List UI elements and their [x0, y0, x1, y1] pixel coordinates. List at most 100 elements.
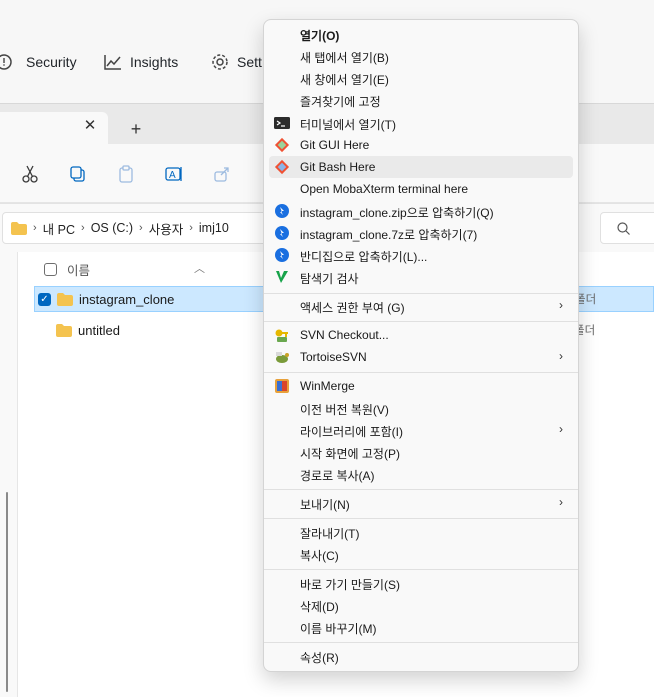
- menu-item-create-shortcut[interactable]: 바로 가기 만들기(S): [269, 572, 573, 594]
- menu-separator: [264, 372, 578, 373]
- menu-item-restore-previous[interactable]: 이전 버전 복원(V): [269, 397, 573, 419]
- menu-item-label: 이름 바꾸기(M): [300, 622, 377, 636]
- menu-item-svn-checkout[interactable]: SVN Checkout...: [269, 324, 573, 346]
- file-name: instagram_clone: [79, 291, 175, 307]
- menu-item-pin-quick-access[interactable]: 즐겨찾기에 고정: [269, 89, 573, 111]
- menu-item-properties[interactable]: 속성(R): [269, 645, 573, 667]
- search-icon: [617, 222, 630, 235]
- menu-item-delete[interactable]: 삭제(D): [269, 594, 573, 616]
- menu-item-label: Git Bash Here: [300, 160, 376, 174]
- breadcrumb-this-pc[interactable]: 내 PC: [43, 219, 75, 238]
- menu-item-label: 열기(O): [300, 29, 340, 43]
- tortoisesvn-icon: [276, 352, 289, 363]
- folder-icon: [57, 292, 73, 306]
- menu-item-label: Git GUI Here: [300, 138, 370, 152]
- chevron-right-icon: ›: [139, 222, 143, 234]
- menu-item-git-gui[interactable]: Git GUI Here: [269, 134, 573, 156]
- menu-item-open-new-tab[interactable]: 새 탭에서 열기(B): [269, 45, 573, 67]
- insights-tab[interactable]: Insights: [104, 50, 178, 74]
- new-tab-icon[interactable]: +: [128, 120, 144, 138]
- menu-item-label: instagram_clone.7z로 압축하기(7): [300, 228, 478, 242]
- share-icon[interactable]: [212, 164, 232, 184]
- menu-item-label: 즐겨찾기에 고정: [300, 95, 381, 109]
- menu-item-compress-bandizip[interactable]: 반디집으로 압축하기(L)...: [269, 244, 573, 266]
- folder-icon: [56, 323, 72, 337]
- paste-icon[interactable]: [116, 164, 136, 184]
- menu-item-mobaxterm[interactable]: Open MobaXterm terminal here: [269, 178, 573, 200]
- menu-item-label: 반디집으로 압축하기(L)...: [300, 250, 428, 264]
- address-bar[interactable]: › 내 PC › OS (C:) › 사용자 › imj10: [2, 212, 302, 244]
- chevron-right-icon: ›: [559, 349, 563, 363]
- folder-icon: [11, 221, 27, 235]
- menu-item-compress-7z[interactable]: instagram_clone.7z로 압축하기(7): [269, 222, 573, 244]
- file-name: untitled: [78, 322, 120, 338]
- menu-item-label: WinMerge: [300, 379, 355, 393]
- menu-item-label: 속성(R): [300, 651, 339, 665]
- terminal-icon: [274, 117, 290, 129]
- chevron-right-icon: ›: [81, 222, 85, 234]
- menu-item-winmerge[interactable]: WinMerge: [269, 375, 573, 397]
- menu-separator: [264, 518, 578, 519]
- git-icon: [274, 159, 290, 175]
- menu-item-label: 잘라내기(T): [300, 527, 360, 541]
- rename-icon[interactable]: A: [164, 164, 184, 184]
- chevron-right-icon: ›: [189, 222, 193, 234]
- menu-item-label: TortoiseSVN: [300, 350, 367, 364]
- menu-item-pin-start[interactable]: 시작 화면에 고정(P): [269, 441, 573, 463]
- svg-text:A: A: [169, 170, 176, 181]
- menu-item-open-new-window[interactable]: 새 창에서 열기(E): [269, 67, 573, 89]
- menu-item-open-terminal[interactable]: 터미널에서 열기(T): [269, 112, 573, 134]
- menu-item-rename[interactable]: 이름 바꾸기(M): [269, 616, 573, 638]
- cut-icon[interactable]: [20, 164, 40, 184]
- menu-item-include-library[interactable]: 라이브러리에 포함(I) ›: [269, 419, 573, 441]
- menu-item-label: 액세스 권한 부여 (G): [300, 301, 405, 315]
- security-tab[interactable]: Security: [0, 50, 77, 74]
- select-all-checkbox[interactable]: [44, 262, 57, 276]
- graph-icon: [104, 55, 121, 70]
- menu-item-git-bash[interactable]: Git Bash Here: [269, 156, 573, 178]
- tab-close-icon[interactable]: ✕: [82, 118, 98, 134]
- menu-item-label: 삭제(D): [300, 600, 339, 614]
- row-checkbox-checked[interactable]: ✓: [38, 292, 51, 306]
- menu-item-label: 경로로 복사(A): [300, 469, 375, 483]
- menu-item-scan-explorer[interactable]: 탐색기 검사: [269, 266, 573, 288]
- menu-item-label: 라이브러리에 포함(I): [300, 425, 403, 439]
- menu-item-open[interactable]: 열기(O): [269, 23, 573, 45]
- menu-item-send-to[interactable]: 보내기(N) ›: [269, 492, 573, 514]
- navigation-pane: [0, 252, 18, 697]
- menu-item-label: 시작 화면에 고정(P): [300, 447, 400, 461]
- menu-item-label: 보내기(N): [300, 498, 350, 512]
- menu-item-give-access[interactable]: 액세스 권한 부여 (G) ›: [269, 295, 573, 317]
- menu-item-compress-zip[interactable]: instagram_clone.zip으로 압축하기(Q): [269, 200, 573, 222]
- bandizip-icon: [275, 204, 289, 218]
- chevron-right-icon: ›: [559, 422, 563, 436]
- settings-tab[interactable]: Sett: [211, 50, 262, 74]
- shield-alert-icon: [0, 54, 12, 70]
- menu-separator: [264, 569, 578, 570]
- chevron-right-icon: ›: [559, 495, 563, 509]
- menu-item-label: 바로 가기 만들기(S): [300, 578, 400, 592]
- bandizip-icon: [275, 226, 289, 240]
- insights-tab-label: Insights: [130, 54, 179, 70]
- sort-up-icon: ︿: [194, 263, 205, 275]
- v3-icon: [276, 271, 288, 283]
- search-box[interactable]: [600, 212, 654, 244]
- breadcrumb-users[interactable]: 사용자: [149, 219, 184, 238]
- menu-item-copy-path[interactable]: 경로로 복사(A): [269, 463, 573, 485]
- menu-item-copy[interactable]: 복사(C): [269, 543, 573, 565]
- breadcrumb-user[interactable]: imj10: [199, 221, 229, 235]
- copy-icon[interactable]: [68, 164, 88, 184]
- breadcrumb-drive[interactable]: OS (C:): [91, 221, 133, 235]
- name-column-label: 이름: [67, 263, 91, 278]
- menu-item-label: 새 탭에서 열기(B): [300, 51, 389, 65]
- menu-item-label: 이전 버전 복원(V): [300, 403, 389, 417]
- menu-item-label: 탐색기 검사: [300, 272, 359, 286]
- nav-scrollbar[interactable]: [6, 492, 8, 692]
- menu-item-tortoisesvn[interactable]: TortoiseSVN ›: [269, 346, 573, 368]
- chevron-right-icon: ›: [33, 222, 37, 234]
- menu-item-cut[interactable]: 잘라내기(T): [269, 521, 573, 543]
- name-column-header[interactable]: 이름: [34, 256, 90, 282]
- svn-checkout-icon: [275, 329, 288, 342]
- menu-separator: [264, 293, 578, 294]
- winmerge-icon: [275, 379, 289, 393]
